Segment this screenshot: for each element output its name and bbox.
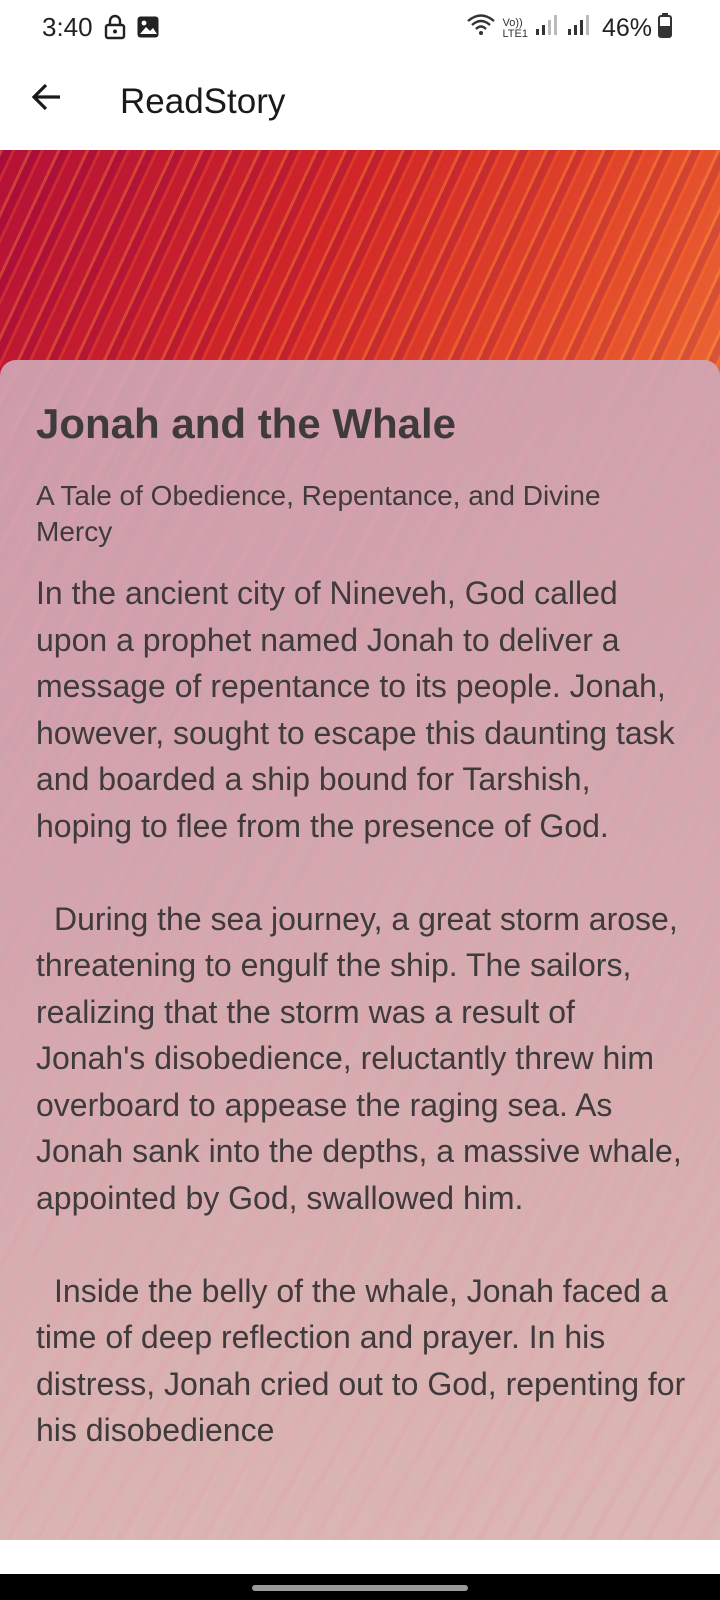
story-paragraph: In the ancient city of Nineveh, God call… bbox=[36, 575, 675, 844]
status-icons-left bbox=[104, 14, 160, 45]
home-indicator[interactable] bbox=[252, 1585, 468, 1591]
signal-icon bbox=[566, 13, 592, 44]
story-paragraph: Inside the belly of the whale, Jonah fac… bbox=[36, 1268, 686, 1454]
app-bar: ReadStory bbox=[0, 54, 720, 150]
story-paragraph-text: During the sea journey, a great storm ar… bbox=[36, 900, 682, 1216]
story-paragraph-text: Inside the belly of the whale, Jonah fac… bbox=[36, 1272, 686, 1449]
lte-label: LTE1 bbox=[502, 27, 528, 40]
story-title: Jonah and the Whale bbox=[36, 400, 457, 447]
story-body: In the ancient city of Nineveh, God call… bbox=[36, 570, 686, 1500]
back-button[interactable] bbox=[24, 76, 70, 122]
app-title: ReadStory bbox=[120, 82, 286, 121]
lock-icon bbox=[104, 14, 126, 45]
story-paragraph: During the sea journey, a great storm ar… bbox=[36, 896, 686, 1222]
image-icon bbox=[136, 15, 160, 44]
battery-percent: 46% bbox=[601, 14, 652, 42]
bottom-spacer bbox=[0, 1540, 720, 1574]
story-card[interactable]: Jonah and the Whale A Tale of Obedience,… bbox=[0, 360, 720, 1540]
volte-icon: Vo)) LTE1 bbox=[502, 16, 528, 40]
read-story-screen: 3:40 Vo)) LTE1 46% ReadStory Jonah and t… bbox=[0, 0, 720, 1600]
wifi-icon bbox=[466, 13, 496, 44]
status-icons-right: Vo)) LTE1 46% bbox=[466, 12, 672, 45]
status-bar: 3:40 Vo)) LTE1 46% bbox=[0, 0, 720, 54]
status-time: 3:40 bbox=[42, 12, 93, 42]
volte-label: Vo)) bbox=[502, 16, 523, 29]
signal-icon bbox=[534, 13, 560, 44]
arrow-left-icon bbox=[30, 80, 64, 119]
battery-icon bbox=[658, 12, 672, 45]
story-subtitle: A Tale of Obedience, Repentance, and Div… bbox=[36, 480, 601, 547]
